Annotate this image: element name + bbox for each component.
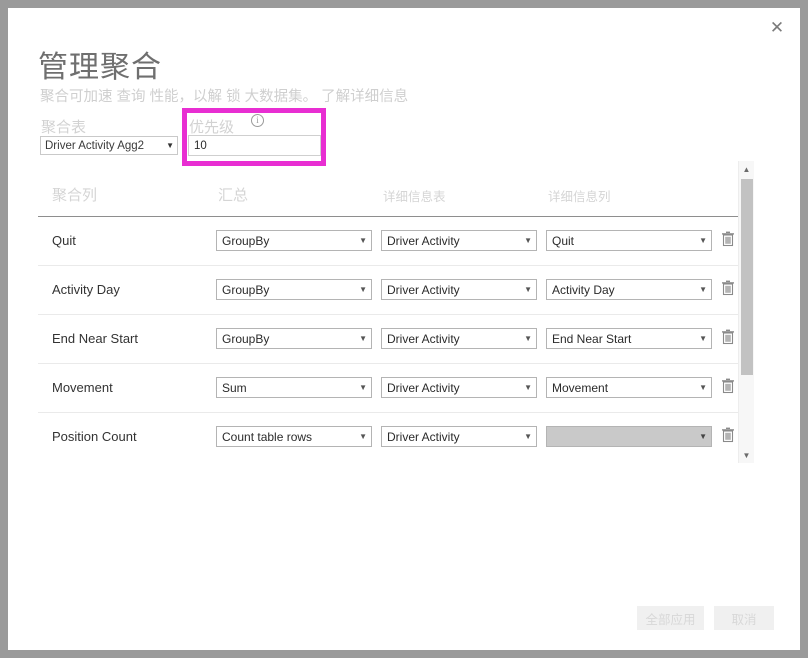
summarization-value: Sum — [222, 380, 247, 395]
trash-icon — [721, 329, 734, 345]
cancel-button[interactable]: 取消 — [714, 606, 774, 630]
chevron-down-icon: ▼ — [699, 285, 707, 294]
detail-column-value: Quit — [552, 233, 575, 248]
priority-label: 优先级 — [189, 119, 235, 136]
chevron-down-icon: ▼ — [359, 383, 367, 392]
summarization-value: Count table rows — [222, 429, 313, 444]
aggregation-table-value: Driver Activity Agg2 — [45, 139, 145, 152]
detail-table-value: Driver Activity — [387, 233, 460, 248]
chevron-down-icon: ▼ — [524, 285, 532, 294]
detail-column-select[interactable]: Movement ▼ — [546, 377, 712, 398]
summarization-select[interactable]: Count table rows ▼ — [216, 426, 372, 447]
chevron-down-icon: ▼ — [699, 334, 707, 343]
chevron-down-icon: ▼ — [524, 334, 532, 343]
column-header-summarization: 汇总 — [218, 187, 249, 204]
scroll-up-button[interactable]: ▲ — [739, 161, 754, 177]
column-header-aggregation-column: 聚合列 — [52, 187, 98, 204]
row-aggregation-column-label: Quit — [52, 233, 76, 248]
chevron-down-icon: ▼ — [524, 383, 532, 392]
page-title: 管理聚合 — [38, 51, 162, 84]
detail-column-select[interactable]: End Near Start ▼ — [546, 328, 712, 349]
trash-icon — [721, 280, 734, 296]
table-column-headers: 聚合列 汇总 详细信息表 详细信息列 — [38, 178, 738, 216]
summarization-select[interactable]: Sum ▼ — [216, 377, 372, 398]
aggregation-table-label: 聚合表 — [41, 119, 87, 136]
subtitle-link-unlock[interactable]: 锁 — [226, 89, 241, 105]
summarization-select[interactable]: GroupBy ▼ — [216, 328, 372, 349]
detail-column-value: End Near Start — [552, 331, 632, 346]
trash-icon — [721, 378, 734, 394]
detail-column-value: Movement — [552, 380, 609, 395]
aggregation-rows-container: Quit GroupBy ▼ Driver Activity ▼ Quit ▼ — [38, 217, 738, 463]
manage-aggregations-dialog: ✕ 管理聚合 聚合可加速 查询 性能，以解 锁 大数据集。 了解详细信息 聚合表… — [0, 0, 808, 658]
subtitle-link-query[interactable]: 查询 — [117, 89, 146, 105]
chevron-down-icon: ▼ — [524, 432, 532, 441]
row-aggregation-column-label: End Near Start — [52, 331, 138, 346]
info-icon[interactable]: i — [251, 114, 264, 127]
detail-column-value: Activity Day — [552, 282, 615, 297]
chevron-down-icon: ▼ — [699, 383, 707, 392]
page-subtitle: 聚合可加速 查询 性能，以解 锁 大数据集。 了解详细信息 — [40, 85, 408, 106]
subtitle-prefix: 聚合可加速 — [40, 89, 113, 105]
detail-column-select[interactable]: Activity Day ▼ — [546, 279, 712, 300]
table-row: Movement Sum ▼ Driver Activity ▼ Movemen… — [38, 364, 738, 413]
close-icon: ✕ — [769, 17, 785, 37]
detail-table-value: Driver Activity — [387, 380, 460, 395]
close-button[interactable]: ✕ — [754, 8, 800, 46]
chevron-down-icon: ▼ — [699, 236, 707, 245]
summarization-value: GroupBy — [222, 282, 270, 297]
table-row: End Near Start GroupBy ▼ Driver Activity… — [38, 315, 738, 364]
table-row: Position Count Count table rows ▼ Driver… — [38, 413, 738, 462]
delete-row-button[interactable] — [719, 376, 736, 396]
subtitle-suffix: 大数据集。 — [244, 89, 318, 105]
summarization-select[interactable]: GroupBy ▼ — [216, 230, 372, 251]
learn-more-link[interactable]: 了解详细信息 — [321, 89, 408, 105]
trash-icon — [721, 427, 734, 443]
row-aggregation-column-label: Position Count — [52, 429, 137, 444]
summarization-value: GroupBy — [222, 331, 270, 346]
scroll-down-button[interactable]: ▼ — [739, 447, 754, 463]
detail-table-value: Driver Activity — [387, 282, 460, 297]
detail-column-select: ▼ — [546, 426, 712, 447]
detail-table-value: Driver Activity — [387, 429, 460, 444]
chevron-down-icon: ▼ — [524, 236, 532, 245]
detail-table-select[interactable]: Driver Activity ▼ — [381, 377, 537, 398]
delete-row-button[interactable] — [719, 327, 736, 347]
chevron-down-icon: ▼ — [359, 236, 367, 245]
chevron-down-icon: ▼ — [359, 432, 367, 441]
summarization-value: GroupBy — [222, 233, 270, 248]
detail-table-select[interactable]: Driver Activity ▼ — [381, 230, 537, 251]
delete-row-button[interactable] — [719, 229, 736, 249]
priority-input[interactable] — [188, 135, 321, 156]
delete-row-button[interactable] — [719, 425, 736, 445]
chevron-down-icon: ▼ — [166, 141, 174, 150]
dialog-body: ✕ 管理聚合 聚合可加速 查询 性能，以解 锁 大数据集。 了解详细信息 聚合表… — [8, 8, 800, 650]
detail-table-select[interactable]: Driver Activity ▼ — [381, 426, 537, 447]
detail-table-value: Driver Activity — [387, 331, 460, 346]
column-header-detail-column: 详细信息列 — [548, 190, 611, 204]
chevron-down-icon: ▼ — [359, 334, 367, 343]
table-row: Quit GroupBy ▼ Driver Activity ▼ Quit ▼ — [38, 217, 738, 266]
row-aggregation-column-label: Movement — [52, 380, 113, 395]
dialog-footer: 全部应用 取消 — [8, 592, 800, 650]
table-scrollbar[interactable]: ▲ ▼ — [738, 161, 754, 463]
column-header-detail-table: 详细信息表 — [383, 190, 446, 204]
row-aggregation-column-label: Activity Day — [52, 282, 120, 297]
summarization-select[interactable]: GroupBy ▼ — [216, 279, 372, 300]
apply-all-button[interactable]: 全部应用 — [637, 606, 704, 630]
detail-table-select[interactable]: Driver Activity ▼ — [381, 328, 537, 349]
subtitle-middle: 性能，以解 — [149, 89, 223, 105]
detail-column-select[interactable]: Quit ▼ — [546, 230, 712, 251]
detail-table-select[interactable]: Driver Activity ▼ — [381, 279, 537, 300]
chevron-down-icon: ▼ — [359, 285, 367, 294]
trash-icon — [721, 231, 734, 247]
aggregation-table-select[interactable]: Driver Activity Agg2 ▼ — [40, 136, 178, 155]
scrollbar-thumb[interactable] — [741, 179, 753, 375]
table-row: Activity Day GroupBy ▼ Driver Activity ▼… — [38, 266, 738, 315]
delete-row-button[interactable] — [719, 278, 736, 298]
chevron-down-icon: ▼ — [699, 432, 707, 441]
